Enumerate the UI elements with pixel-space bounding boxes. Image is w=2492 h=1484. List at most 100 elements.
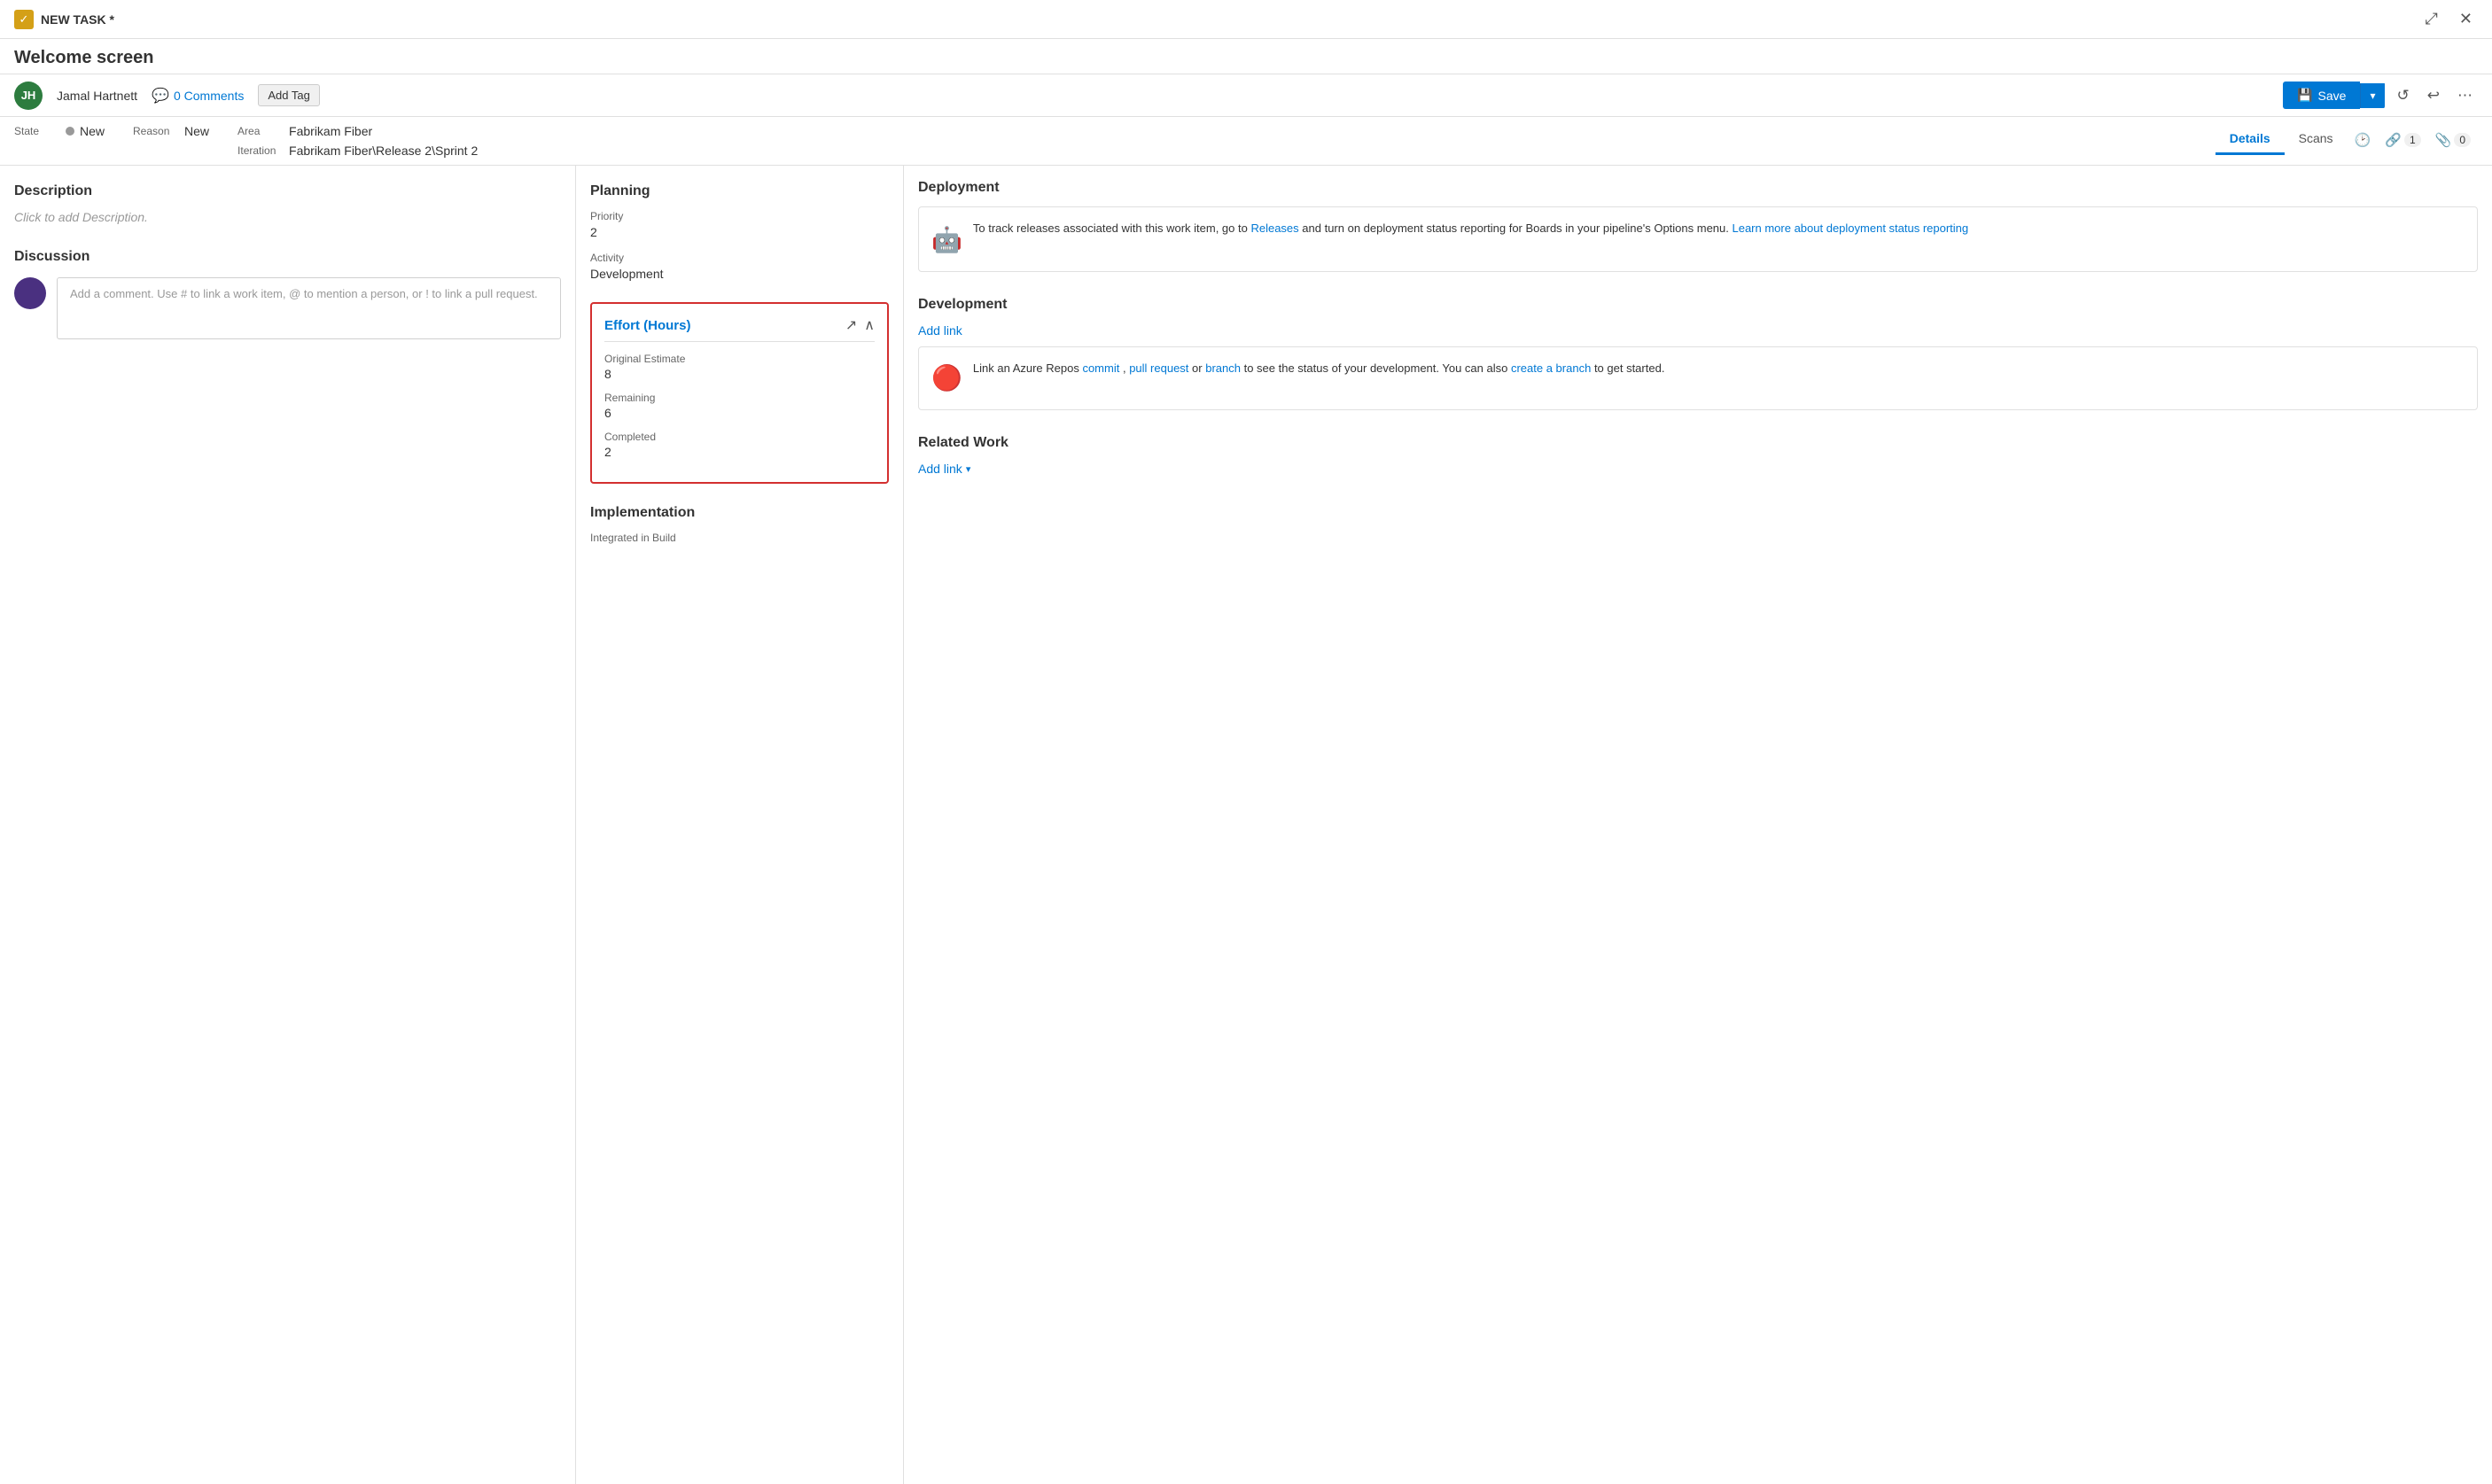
page-title: Welcome screen <box>14 48 154 67</box>
activity-label: Activity <box>590 252 889 264</box>
deployment-box: 🤖 To track releases associated with this… <box>918 206 2478 272</box>
iteration-value: Fabrikam Fiber\Release 2\Sprint 2 <box>289 144 478 158</box>
tab-history[interactable]: 🕑 <box>2348 127 2379 153</box>
effort-header-actions: ↗ ∧ <box>845 316 875 334</box>
links-badge: 1 <box>2404 133 2421 147</box>
development-add-link-button[interactable]: Add link <box>918 323 962 338</box>
title-bar: NEW TASK * ⤢ ✕ <box>0 0 2492 39</box>
save-dropdown-button[interactable]: ▾ <box>2360 83 2384 108</box>
reason-field-group: Reason New <box>133 124 209 138</box>
right-panel: Deployment 🤖 To track releases associate… <box>904 166 2492 1484</box>
dev-description: Link an Azure Repos commit , pull reques… <box>973 360 1665 377</box>
add-tag-button[interactable]: Add Tag <box>258 84 319 106</box>
fields-row: State New Reason New Area Fabrikam Fiber… <box>0 117 2492 166</box>
comment-icon: 💬 <box>152 87 169 105</box>
state-value-group: New <box>66 124 105 138</box>
iteration-field-row: Iteration Fabrikam Fiber\Release 2\Sprin… <box>238 144 478 158</box>
comment-input-row: Add a comment. Use # to link a work item… <box>14 277 561 339</box>
title-bar-left: NEW TASK * <box>14 10 114 29</box>
toolbar-left: JH Jamal Hartnett 💬 0 Comments Add Tag <box>14 82 320 110</box>
state-value: New <box>80 124 105 138</box>
completed-label: Completed <box>604 431 875 443</box>
priority-field: Priority 2 <box>590 210 889 239</box>
refresh-button[interactable]: ↺ <box>2392 83 2415 108</box>
area-field-row: Area Fabrikam Fiber <box>238 124 478 138</box>
releases-link[interactable]: Releases <box>1250 221 1298 235</box>
implementation-section-title: Implementation <box>590 505 889 521</box>
deployment-section: Deployment 🤖 To track releases associate… <box>918 180 2478 272</box>
original-estimate-field: Original Estimate 8 <box>604 353 875 381</box>
state-label: State <box>14 125 58 137</box>
avatar: JH <box>14 82 43 110</box>
development-section-title: Development <box>918 297 2478 313</box>
comment-avatar <box>14 277 46 309</box>
task-icon <box>14 10 34 29</box>
toolbar: JH Jamal Hartnett 💬 0 Comments Add Tag 💾… <box>0 74 2492 117</box>
branch-link[interactable]: branch <box>1205 361 1241 375</box>
integrated-in-build-label: Integrated in Build <box>590 532 889 544</box>
comment-input[interactable]: Add a comment. Use # to link a work item… <box>57 277 561 339</box>
planning-section: Planning Priority 2 Activity Development <box>590 183 889 281</box>
attachments-icon: 📎 <box>2435 132 2452 148</box>
close-button[interactable]: ✕ <box>2454 8 2478 30</box>
create-branch-link[interactable]: create a branch <box>1511 361 1591 375</box>
window-title: NEW TASK * <box>41 12 114 27</box>
deployment-icon: 🤖 <box>931 221 962 259</box>
links-icon: 🔗 <box>2385 132 2402 148</box>
related-work-section-title: Related Work <box>918 435 2478 451</box>
username: Jamal Hartnett <box>57 89 137 103</box>
effort-header: Effort (Hours) ↗ ∧ <box>604 316 875 342</box>
tab-scans[interactable]: Scans <box>2285 124 2348 155</box>
description-section-title: Description <box>14 183 561 199</box>
title-bar-right: ⤢ ✕ <box>2420 8 2479 30</box>
more-options-button[interactable]: ⋯ <box>2452 83 2478 108</box>
remaining-field: Remaining 6 <box>604 392 875 420</box>
development-box: 🔴 Link an Azure Repos commit , pull requ… <box>918 346 2478 410</box>
azure-repos-icon: 🔴 <box>931 360 962 397</box>
state-field-group: State New <box>14 124 105 138</box>
reason-value: New <box>184 124 209 138</box>
area-value: Fabrikam Fiber <box>289 124 372 138</box>
area-iteration-group: Area Fabrikam Fiber Iteration Fabrikam F… <box>238 124 478 158</box>
original-estimate-label: Original Estimate <box>604 353 875 365</box>
effort-collapse-button[interactable]: ∧ <box>864 316 875 334</box>
discussion-section: Discussion Add a comment. Use # to link … <box>14 249 561 339</box>
related-work-section: Related Work Add link ▾ <box>918 435 2478 476</box>
deployment-section-title: Deployment <box>918 180 2478 196</box>
toolbar-right: 💾 Save ▾ ↺ ↩ ⋯ <box>2283 82 2478 109</box>
middle-panel: Planning Priority 2 Activity Development… <box>576 166 904 1484</box>
related-work-add-link-button[interactable]: Add link ▾ <box>918 462 970 476</box>
original-estimate-value: 8 <box>604 367 875 381</box>
discussion-section-title: Discussion <box>14 249 561 265</box>
pull-request-link[interactable]: pull request <box>1129 361 1188 375</box>
development-section: Development Add link 🔴 Link an Azure Rep… <box>918 297 2478 410</box>
undo-button[interactable]: ↩ <box>2422 83 2445 108</box>
commit-link[interactable]: commit <box>1082 361 1119 375</box>
effort-title: Effort (Hours) <box>604 318 691 333</box>
tab-links[interactable]: 🔗 1 <box>2378 127 2427 153</box>
save-button[interactable]: 💾 Save <box>2283 82 2360 109</box>
reason-label: Reason <box>133 125 177 137</box>
area-label: Area <box>238 125 282 137</box>
activity-field: Activity Development <box>590 252 889 281</box>
state-dot-icon <box>66 127 74 136</box>
tab-attachments[interactable]: 📎 0 <box>2428 127 2478 153</box>
effort-expand-button[interactable]: ↗ <box>845 316 857 334</box>
related-add-link-label: Add link <box>918 462 962 476</box>
priority-value: 2 <box>590 225 889 239</box>
save-icon: 💾 <box>2297 88 2312 103</box>
comments-button[interactable]: 💬 0 Comments <box>152 87 244 105</box>
history-icon: 🕑 <box>2355 132 2371 148</box>
activity-value: Development <box>590 267 889 281</box>
learn-more-link[interactable]: Learn more about deployment status repor… <box>1732 221 1968 235</box>
maximize-button[interactable]: ⤢ <box>2420 8 2443 30</box>
description-placeholder[interactable]: Click to add Description. <box>14 210 561 224</box>
comments-count: 0 Comments <box>174 89 244 103</box>
page-title-row: Welcome screen <box>0 39 2492 74</box>
remaining-value: 6 <box>604 406 875 420</box>
tab-details[interactable]: Details <box>2216 124 2285 155</box>
planning-section-title: Planning <box>590 183 889 199</box>
iteration-label: Iteration <box>238 144 282 157</box>
chevron-down-icon: ▾ <box>966 463 971 475</box>
main-content: Description Click to add Description. Di… <box>0 166 2492 1484</box>
